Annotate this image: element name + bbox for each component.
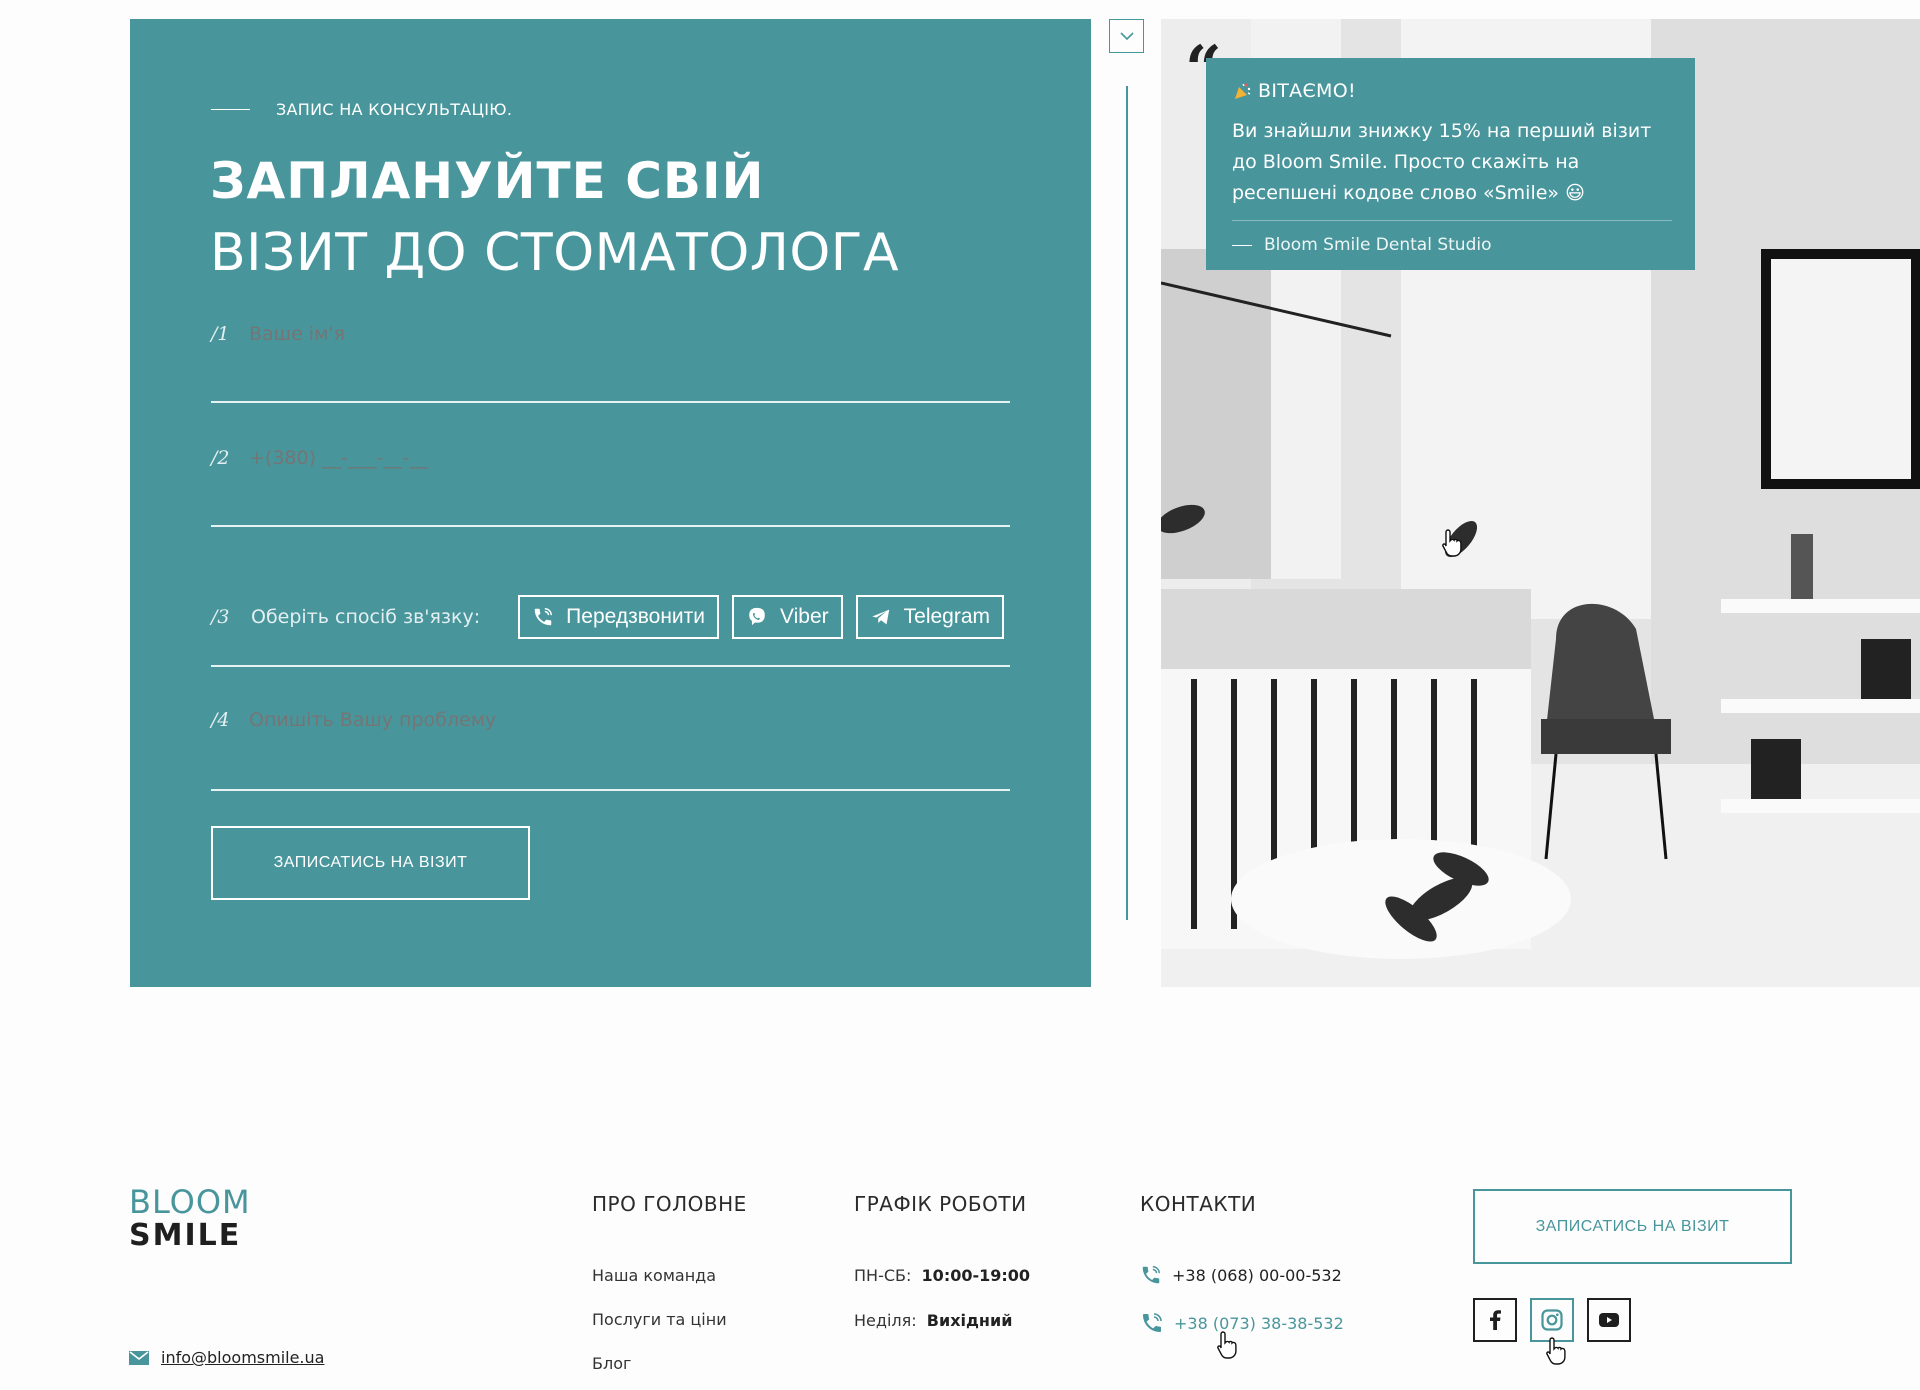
promo-text: Ви знайшли знижку 15% на перший візит до…: [1232, 120, 1652, 204]
footer-book-visit-button[interactable]: ЗАПИСАТИСЬ НА ВІЗИТ: [1473, 1189, 1792, 1264]
form-headline: ЗАПЛАНУЙТЕ СВІЙ ВІЗИТ ДО СТОМАТОЛОГА: [210, 145, 899, 289]
contact-method-label: Оберіть спосіб зв'язку:: [251, 606, 481, 628]
bloom-smile-logo[interactable]: BLOOM SMILE: [129, 1185, 251, 1253]
field-number: /1: [211, 323, 230, 345]
phone-input[interactable]: [249, 447, 849, 469]
field-number: /3: [211, 606, 230, 628]
viber-button[interactable]: Viber: [732, 595, 843, 639]
schedule-label: Неділя:: [854, 1311, 917, 1330]
schedule-label: ПН-СБ:: [854, 1266, 912, 1285]
viber-icon: [749, 607, 765, 626]
footer-link-team[interactable]: Наша команда: [592, 1266, 716, 1285]
schedule-row-weekdays: ПН-СБ: 10:00-19:00: [854, 1266, 1030, 1285]
signature-dash: [1232, 244, 1252, 246]
phone-field[interactable]: /2: [211, 447, 1010, 527]
email-link[interactable]: info@bloomsmile.ua: [161, 1348, 324, 1367]
name-input[interactable]: [249, 323, 849, 345]
eyebrow-text: ЗАПИС НА КОНСУЛЬТАЦІЮ.: [276, 100, 513, 119]
promo-card: ВІТАЄМО! Ви знайшли знижку 15% на перший…: [1206, 58, 1695, 270]
promo-signature: Bloom Smile Dental Studio: [1232, 220, 1672, 255]
name-field[interactable]: /1: [211, 323, 1010, 403]
phone-icon: [1142, 1266, 1160, 1284]
party-popper-icon: [1235, 83, 1251, 99]
callback-button[interactable]: Передзвонити: [518, 595, 719, 639]
footer-email[interactable]: info@bloomsmile.ua: [129, 1348, 324, 1367]
schedule-title: ГРАФІК РОБОТИ: [854, 1192, 1027, 1216]
form-eyebrow: ЗАПИС НА КОНСУЛЬТАЦІЮ.: [211, 100, 512, 119]
youtube-icon: [1599, 1313, 1619, 1327]
telegram-button[interactable]: Telegram: [855, 595, 1005, 639]
logo-bottom: SMILE: [129, 1218, 242, 1253]
hand-cursor-icon: [1546, 1337, 1566, 1365]
contacts-title: КОНТАКТИ: [1140, 1192, 1257, 1216]
field-number: /4: [211, 709, 230, 731]
about-title: ПРО ГОЛОВНЕ: [592, 1192, 747, 1216]
problem-field[interactable]: /4: [211, 709, 1010, 791]
phone-link-1[interactable]: +38 (068) 00-00-532: [1140, 1264, 1342, 1286]
instagram-icon: [1541, 1309, 1563, 1331]
headline-line-2: ВІЗИТ ДО СТОМАТОЛОГА: [210, 223, 900, 283]
phone-link-2[interactable]: +38 (073) 38-38-532: [1140, 1311, 1344, 1335]
scroll-down-button[interactable]: [1109, 19, 1144, 53]
phone-icon: [534, 608, 553, 626]
promo-signature-text: Bloom Smile Dental Studio: [1264, 235, 1492, 255]
schedule-row-sunday: Неділя: Вихідний: [854, 1311, 1012, 1330]
footer-link-services[interactable]: Послуги та ціни: [592, 1310, 727, 1329]
logo-top: BLOOM: [129, 1183, 251, 1221]
headline-line-1: ЗАПЛАНУЙТЕ СВІЙ: [210, 152, 765, 210]
schedule-value: 10:00-19:00: [921, 1266, 1031, 1285]
viber-label: Viber: [780, 605, 829, 628]
chevron-down-icon: [1119, 31, 1134, 40]
telegram-icon: [871, 609, 889, 625]
contact-method-field: /3 Оберіть спосіб зв'язку: Передзвонити …: [211, 569, 1010, 667]
telegram-label: Telegram: [903, 605, 991, 628]
facebook-icon: [1490, 1310, 1501, 1330]
callback-label: Передзвонити: [566, 605, 705, 628]
mail-icon: [129, 1350, 149, 1365]
phone-number: +38 (073) 38-38-532: [1174, 1313, 1344, 1333]
eyebrow-dash: [211, 109, 250, 110]
youtube-link[interactable]: [1587, 1298, 1631, 1342]
field-number: /2: [211, 447, 230, 469]
promo-title-text: ВІТАЄМО!: [1258, 80, 1356, 102]
book-visit-button[interactable]: ЗАПИСАТИСЬ НА ВІЗИТ: [211, 826, 530, 900]
phone-number: +38 (068) 00-00-532: [1172, 1265, 1342, 1285]
footer-link-blog[interactable]: Блог: [592, 1354, 631, 1373]
scroll-track[interactable]: [1126, 86, 1128, 920]
hand-cursor-icon: [1442, 529, 1462, 557]
booking-form: ЗАПИС НА КОНСУЛЬТАЦІЮ. ЗАПЛАНУЙТЕ СВІЙ В…: [130, 19, 1091, 987]
hand-cursor-icon: [1217, 1331, 1237, 1359]
schedule-value: Вихідний: [926, 1311, 1013, 1330]
promo-title: ВІТАЄМО!: [1232, 80, 1669, 102]
problem-input[interactable]: [249, 709, 849, 731]
facebook-link[interactable]: [1473, 1298, 1517, 1342]
phone-icon: [1143, 1313, 1162, 1332]
